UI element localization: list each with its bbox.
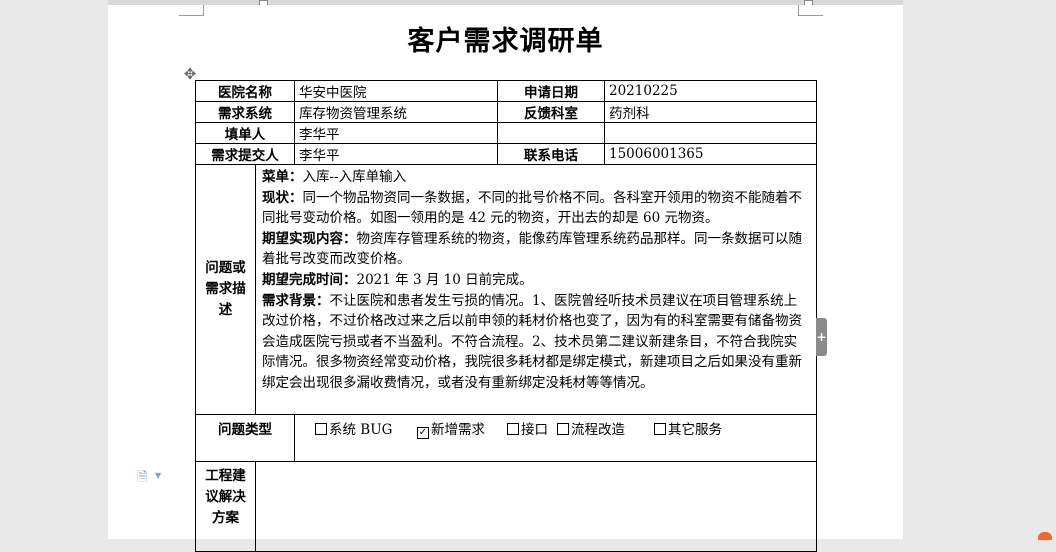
description-content[interactable]: 菜单：入库--入库单输入 现状：同一个物品物资同一条数据，不同的批号价格不同。各… (255, 164, 817, 415)
deadline-line: 期望完成时间：2021 年 3 月 10 日前完成。 (262, 270, 810, 291)
checkbox-icon[interactable] (315, 423, 327, 435)
deadline-text: 2021 年 3 月 10 日前完成。 (356, 271, 533, 288)
status-label: 现状： (262, 189, 303, 206)
field-label: 申请日期 (497, 80, 605, 102)
option-label: 新增需求 (431, 422, 485, 438)
option-other-service[interactable]: 其它服务 (654, 418, 722, 438)
option-new-requirement[interactable]: ✓ 新增需求 (417, 418, 485, 439)
label-line: 议解决 (205, 489, 246, 505)
problem-type-label: 问题类型 (195, 414, 295, 462)
description-label: 问题或 需求描 述 (195, 164, 256, 415)
background-label: 需求背景： (262, 292, 330, 309)
checkbox-icon[interactable] (557, 423, 569, 435)
field-value[interactable]: 20210225 (604, 80, 817, 102)
table-row: 填单人 李华平 (195, 122, 817, 144)
menu-line: 菜单：入库--入库单输入 (262, 167, 810, 188)
margin-corner-left (179, 5, 204, 16)
table-row: 需求系统 库存物资管理系统 反馈科室 药剂科 (195, 101, 817, 123)
problem-type-options: 系统 BUG ✓ 新增需求 接口 流程改造 其它服务 (294, 414, 817, 462)
field-value[interactable]: 李华平 (294, 122, 498, 144)
solution-row: 工程建 议解决 方案 (195, 461, 817, 552)
margin-corner-right (798, 5, 823, 16)
field-label: 填单人 (195, 122, 295, 144)
field-value[interactable]: 库存物资管理系统 (294, 101, 498, 123)
field-value[interactable]: 李华平 (294, 143, 498, 165)
field-label: 联系电话 (497, 143, 605, 165)
solution-content[interactable] (255, 461, 817, 552)
option-label: 系统 BUG (329, 422, 393, 438)
problem-type-row: 问题类型 系统 BUG ✓ 新增需求 接口 流程改造 其它服务 (195, 414, 817, 462)
field-label (497, 122, 605, 144)
option-interface[interactable]: 接口 (507, 418, 548, 438)
checkbox-icon[interactable] (654, 423, 666, 435)
option-label: 其它服务 (668, 422, 722, 438)
menu-text: 入库--入库单输入 (302, 169, 407, 185)
status-text: 同一个物品物资同一条数据，不同的批号价格不同。各科室开领用的物资不能随着不同批号… (262, 189, 802, 227)
option-label: 流程改造 (571, 422, 625, 438)
solution-label: 工程建 议解决 方案 (195, 461, 256, 552)
field-value[interactable]: 华安中医院 (294, 80, 498, 102)
problem-type-option-group: 系统 BUG ✓ 新增需求 接口 流程改造 其它服务 (299, 415, 812, 459)
deadline-label: 期望完成时间： (262, 271, 357, 288)
expected-label: 期望实现内容： (262, 230, 357, 247)
background-text: 不让医院和患者发生亏损的情况。1、医院曾经听技术员建议在项目管理系统上改过价格，… (262, 292, 802, 391)
field-value[interactable]: 15006001365 (604, 143, 817, 165)
field-label: 需求提交人 (195, 143, 295, 165)
menu-label: 菜单： (262, 169, 303, 185)
option-process-change[interactable]: 流程改造 (557, 418, 625, 438)
field-label: 反馈科室 (497, 101, 605, 123)
label-line: 方案 (212, 510, 239, 526)
expected-paragraph: 期望实现内容：物资库存管理系统的物资，能像药库管理系统药品那样。同一条数据可以随… (262, 229, 810, 270)
document-icon[interactable]: 🗎 (137, 468, 151, 485)
label-line: 需求描 (205, 281, 246, 297)
option-system-bug[interactable]: 系统 BUG (315, 418, 392, 438)
label-line: 工程建 (205, 468, 246, 484)
status-paragraph: 现状：同一个物品物资同一条数据，不同的批号价格不同。各科室开领用的物资不能随着不… (262, 188, 810, 229)
field-label: 需求系统 (195, 101, 295, 123)
document-title: 客户需求调研单 (407, 26, 604, 57)
chevron-down-icon[interactable]: ▼ (155, 471, 161, 480)
expand-side-panel-button[interactable]: + (816, 318, 827, 356)
background-paragraph: 需求背景：不让医院和患者发生亏损的情况。1、医院曾经听技术员建议在项目管理系统上… (262, 291, 810, 394)
description-row: 问题或 需求描 述 菜单：入库--入库单输入 现状：同一个物品物资同一条数据，不… (195, 164, 817, 415)
table-row: 医院名称 华安中医院 申请日期 20210225 (195, 80, 817, 102)
field-value[interactable]: 药剂科 (604, 101, 817, 123)
table-row: 需求提交人 李华平 联系电话 15006001365 (195, 143, 817, 165)
label-line: 述 (218, 302, 233, 318)
checked-checkbox-icon[interactable]: ✓ (417, 427, 429, 439)
request-form-table: 医院名称 华安中医院 申请日期 20210225 需求系统 库存物资管理系统 反… (195, 80, 817, 552)
field-label: 医院名称 (195, 80, 295, 102)
field-value[interactable] (604, 122, 817, 144)
label-line: 问题或 (205, 260, 246, 276)
option-label: 接口 (521, 422, 548, 438)
checkbox-icon[interactable] (507, 423, 519, 435)
